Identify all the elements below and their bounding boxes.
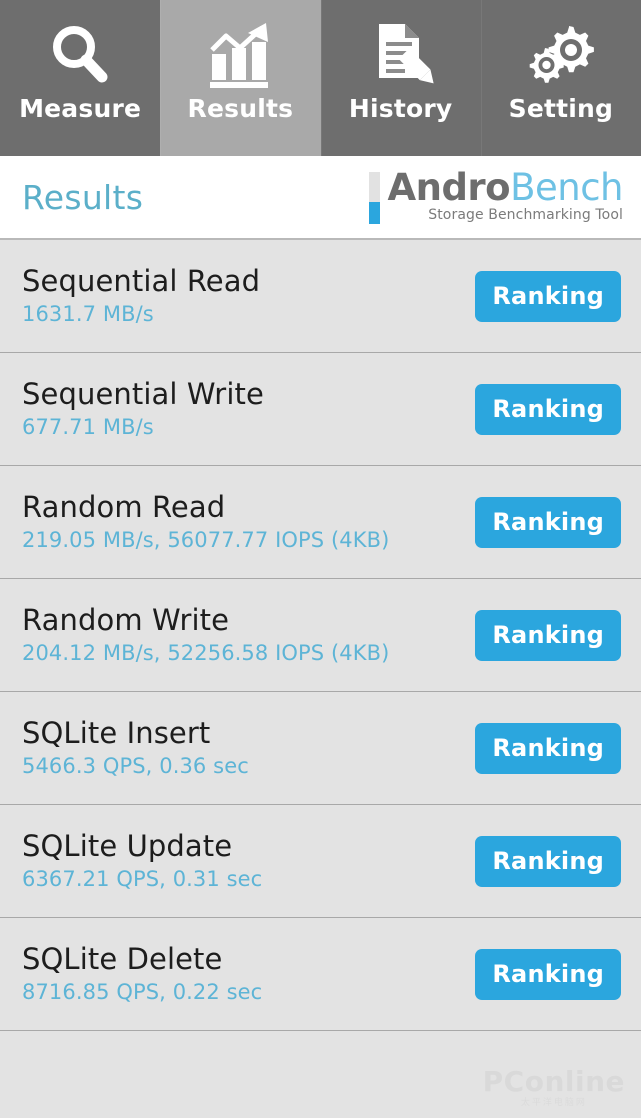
- ranking-button[interactable]: Ranking: [475, 609, 621, 661]
- pconline-watermark: PConline 太平洋电脑网: [483, 1068, 625, 1108]
- tab-results[interactable]: Results: [160, 0, 321, 156]
- ranking-button[interactable]: Ranking: [475, 948, 621, 1000]
- table-row[interactable]: Random Write 204.12 MB/s, 52256.58 IOPS …: [0, 579, 641, 692]
- gears-icon: [525, 16, 597, 94]
- table-row[interactable]: SQLite Update 6367.21 QPS, 0.31 sec Rank…: [0, 805, 641, 918]
- footer-area: PConline 太平洋电脑网: [0, 1031, 641, 1118]
- androbench-logo: AndroBench Storage Benchmarking Tool: [369, 169, 627, 224]
- ranking-button[interactable]: Ranking: [475, 496, 621, 548]
- page-title: Results: [22, 177, 144, 217]
- watermark-subtitle: 太平洋电脑网: [520, 1098, 587, 1108]
- logo-wordmark-second: Bench: [510, 166, 623, 209]
- top-tab-bar: Measure Results History Setting: [0, 0, 641, 156]
- result-title: Sequential Write: [22, 376, 264, 411]
- table-row[interactable]: SQLite Delete 8716.85 QPS, 0.22 sec Rank…: [0, 918, 641, 1031]
- result-title: SQLite Insert: [22, 715, 211, 750]
- result-title: Random Write: [22, 602, 230, 637]
- result-info: SQLite Update 6367.21 QPS, 0.31 sec: [22, 828, 263, 892]
- document-pencil-icon: [365, 16, 437, 94]
- result-value: 1631.7 MB/s: [22, 302, 154, 327]
- result-value: 204.12 MB/s, 52256.58 IOPS (4KB): [22, 641, 390, 666]
- result-title: SQLite Delete: [22, 941, 223, 976]
- result-value: 677.71 MB/s: [22, 415, 154, 440]
- tab-history-label: History: [348, 94, 453, 123]
- tab-history[interactable]: History: [320, 0, 481, 156]
- tab-setting[interactable]: Setting: [480, 0, 641, 156]
- androbench-app: Measure Results History Setting Results …: [0, 0, 641, 1118]
- ranking-button[interactable]: Ranking: [475, 835, 621, 887]
- result-value: 6367.21 QPS, 0.31 sec: [22, 867, 263, 892]
- result-title: Sequential Read: [22, 263, 261, 298]
- logo-wordmark: AndroBench: [387, 169, 623, 206]
- tab-results-label: Results: [187, 94, 294, 123]
- result-value: 5466.3 QPS, 0.36 sec: [22, 754, 249, 779]
- result-info: Sequential Write 677.71 MB/s: [22, 376, 264, 440]
- result-info: SQLite Delete 8716.85 QPS, 0.22 sec: [22, 941, 263, 1005]
- table-row[interactable]: Sequential Read 1631.7 MB/s Ranking: [0, 240, 641, 353]
- logo-bar-icon: [369, 172, 381, 224]
- watermark-name: PConline: [482, 1065, 625, 1098]
- result-title: Random Read: [22, 489, 226, 524]
- ranking-button[interactable]: Ranking: [475, 383, 621, 435]
- tab-setting-label: Setting: [508, 94, 614, 123]
- table-row[interactable]: Sequential Write 677.71 MB/s Ranking: [0, 353, 641, 466]
- result-info: SQLite Insert 5466.3 QPS, 0.36 sec: [22, 715, 249, 779]
- page-header: Results AndroBench Storage Benchmarking …: [0, 156, 641, 240]
- table-row[interactable]: SQLite Insert 5466.3 QPS, 0.36 sec Ranki…: [0, 692, 641, 805]
- result-title: SQLite Update: [22, 828, 233, 863]
- logo-wordmark-first: Andro: [387, 166, 511, 209]
- tab-measure[interactable]: Measure: [0, 0, 161, 156]
- ranking-button[interactable]: Ranking: [475, 270, 621, 322]
- ranking-button[interactable]: Ranking: [475, 722, 621, 774]
- result-value: 8716.85 QPS, 0.22 sec: [22, 980, 263, 1005]
- bar-chart-icon: [204, 16, 276, 94]
- result-info: Sequential Read 1631.7 MB/s: [22, 263, 261, 327]
- results-list: Sequential Read 1631.7 MB/s Ranking Sequ…: [0, 240, 641, 1031]
- logo-text: AndroBench Storage Benchmarking Tool: [387, 169, 623, 224]
- logo-tagline: Storage Benchmarking Tool: [428, 207, 623, 224]
- table-row[interactable]: Random Read 219.05 MB/s, 56077.77 IOPS (…: [0, 466, 641, 579]
- result-value: 219.05 MB/s, 56077.77 IOPS (4KB): [22, 528, 390, 553]
- result-info: Random Write 204.12 MB/s, 52256.58 IOPS …: [22, 602, 390, 666]
- result-info: Random Read 219.05 MB/s, 56077.77 IOPS (…: [22, 489, 390, 553]
- magnifier-icon: [45, 16, 115, 94]
- tab-measure-label: Measure: [19, 94, 142, 123]
